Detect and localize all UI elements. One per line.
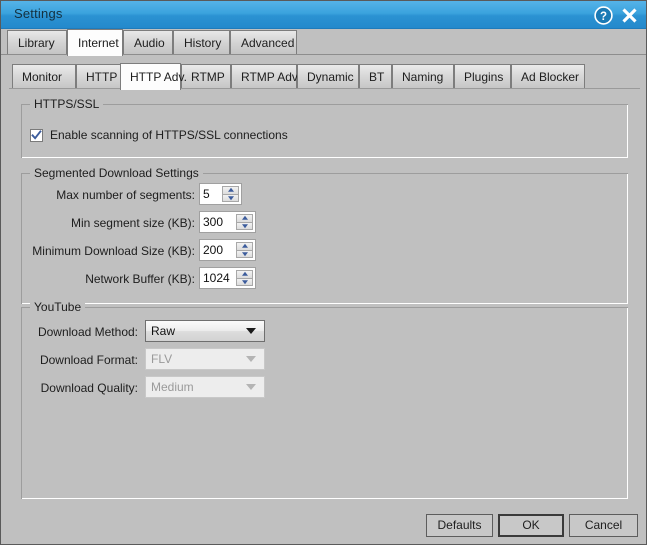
subtab-monitor-label: Monitor [22, 70, 63, 84]
subtab-bt[interactable]: BT [359, 64, 392, 89]
sub-tab-strip: Monitor HTTP HTTP Adv. RTMP RTMP Adv. Dy… [1, 63, 646, 90]
subtab-monitor[interactable]: Monitor [12, 64, 76, 89]
download-format-select: FLV [145, 348, 265, 370]
max-segments-input[interactable] [200, 184, 222, 204]
window-title: Settings [14, 6, 63, 21]
settings-dialog: Settings ? Library Internet Audio Histor… [0, 0, 647, 545]
download-format-value: FLV [151, 352, 173, 366]
minimum-download-size-label: Minimum Download Size (KB): [32, 244, 195, 258]
tab-audio[interactable]: Audio [123, 30, 173, 55]
help-circle-icon[interactable]: ? [593, 5, 614, 26]
title-bar: Settings ? [1, 1, 646, 29]
defaults-button[interactable]: Defaults [426, 514, 493, 537]
tab-advanced[interactable]: Advanced [230, 30, 297, 55]
chevron-up-icon [241, 216, 248, 221]
min-segment-size-stepper[interactable] [199, 211, 256, 233]
subtab-ad-blocker[interactable]: Ad Blocker [511, 64, 585, 89]
youtube-group-title: YouTube [30, 300, 86, 314]
subtab-http-adv-label: HTTP Adv. [130, 70, 187, 84]
subtab-http-adv[interactable]: HTTP Adv. [120, 63, 187, 90]
ok-button-label: OK [522, 518, 540, 532]
chevron-down-icon [241, 251, 248, 256]
subtab-bt-label: BT [369, 70, 385, 84]
subtab-rtmp-label: RTMP [191, 70, 225, 84]
chevron-down-icon [241, 279, 248, 284]
chevron-down-icon [246, 384, 256, 390]
tab-library-label: Library [18, 36, 55, 50]
max-segments-increment-button[interactable] [222, 186, 239, 195]
tab-internet-label: Internet [78, 36, 119, 50]
max-segments-stepper[interactable] [199, 183, 242, 205]
tab-internet[interactable]: Internet [67, 29, 123, 56]
download-quality-value: Medium [151, 380, 194, 394]
subtab-naming[interactable]: Naming [392, 64, 454, 89]
internet-tab-panel: Monitor HTTP HTTP Adv. RTMP RTMP Adv. Dy… [1, 55, 646, 544]
tab-advanced-label: Advanced [241, 36, 295, 50]
min-segment-size-label: Min segment size (KB): [70, 216, 195, 230]
chevron-down-icon [246, 328, 256, 334]
ok-button[interactable]: OK [498, 514, 564, 537]
cancel-button[interactable]: Cancel [569, 514, 638, 537]
subtab-rtmp-adv[interactable]: RTMP Adv. [231, 64, 301, 89]
subtab-rtmp[interactable]: RTMP [181, 64, 231, 89]
max-segments-label: Max number of segments: [56, 188, 195, 202]
minimum-download-size-increment-button[interactable] [236, 242, 253, 251]
min-segment-size-decrement-button[interactable] [236, 222, 253, 230]
network-buffer-stepper[interactable] [199, 267, 256, 289]
chevron-down-icon [227, 195, 234, 200]
subtab-http[interactable]: HTTP [76, 64, 126, 89]
tab-history[interactable]: History [173, 30, 230, 55]
minimum-download-size-input[interactable] [200, 240, 236, 260]
tab-audio-label: Audio [134, 36, 165, 50]
enable-https-scanning-row[interactable]: Enable scanning of HTTPS/SSL connections [30, 128, 288, 142]
min-segment-size-input[interactable] [200, 212, 236, 232]
subtab-plugins-label: Plugins [464, 70, 504, 84]
tab-library[interactable]: Library [7, 30, 67, 55]
network-buffer-decrement-button[interactable] [236, 278, 253, 286]
https-ssl-group-title: HTTPS/SSL [30, 97, 104, 111]
cancel-button-label: Cancel [584, 518, 623, 532]
main-tab-strip: Library Internet Audio History Advanced [1, 29, 646, 56]
minimum-download-size-decrement-button[interactable] [236, 250, 253, 258]
subtab-naming-label: Naming [402, 70, 444, 84]
chevron-down-icon [246, 356, 256, 362]
network-buffer-spin-buttons[interactable] [236, 270, 253, 286]
download-quality-label: Download Quality: [40, 381, 138, 395]
close-icon[interactable] [619, 5, 640, 26]
chevron-up-icon [227, 188, 234, 193]
download-method-select[interactable]: Raw [145, 320, 265, 342]
minimum-download-size-stepper[interactable] [199, 239, 256, 261]
min-segment-size-spin-buttons[interactable] [236, 214, 253, 230]
svg-text:?: ? [600, 11, 607, 23]
subtab-ad-blocker-label: Ad Blocker [521, 70, 580, 84]
download-method-value: Raw [151, 324, 176, 338]
download-method-label: Download Method: [37, 325, 138, 339]
subtab-http-label: HTTP [86, 70, 118, 84]
max-segments-decrement-button[interactable] [222, 194, 239, 202]
download-quality-select: Medium [145, 376, 265, 398]
subtab-dynamic-label: Dynamic [307, 70, 354, 84]
subtab-dynamic[interactable]: Dynamic [297, 64, 359, 89]
sub-tab-strip-divider [9, 88, 640, 89]
chevron-down-icon [241, 223, 248, 228]
minimum-download-size-spin-buttons[interactable] [236, 242, 253, 258]
chevron-up-icon [241, 244, 248, 249]
download-format-label: Download Format: [39, 353, 138, 367]
segmented-download-group-title: Segmented Download Settings [30, 166, 203, 180]
enable-https-scanning-checkbox[interactable] [30, 128, 43, 142]
network-buffer-label: Network Buffer (KB): [85, 272, 195, 286]
defaults-button-label: Defaults [437, 518, 482, 532]
enable-https-scanning-label: Enable scanning of HTTPS/SSL connections [50, 128, 288, 142]
subtab-plugins[interactable]: Plugins [454, 64, 511, 89]
chevron-up-icon [241, 272, 248, 277]
max-segments-spin-buttons[interactable] [222, 186, 239, 202]
network-buffer-increment-button[interactable] [236, 270, 253, 279]
min-segment-size-increment-button[interactable] [236, 214, 253, 223]
network-buffer-input[interactable] [200, 268, 236, 288]
subtab-rtmp-adv-label: RTMP Adv. [241, 70, 301, 84]
tab-history-label: History [184, 36, 222, 50]
